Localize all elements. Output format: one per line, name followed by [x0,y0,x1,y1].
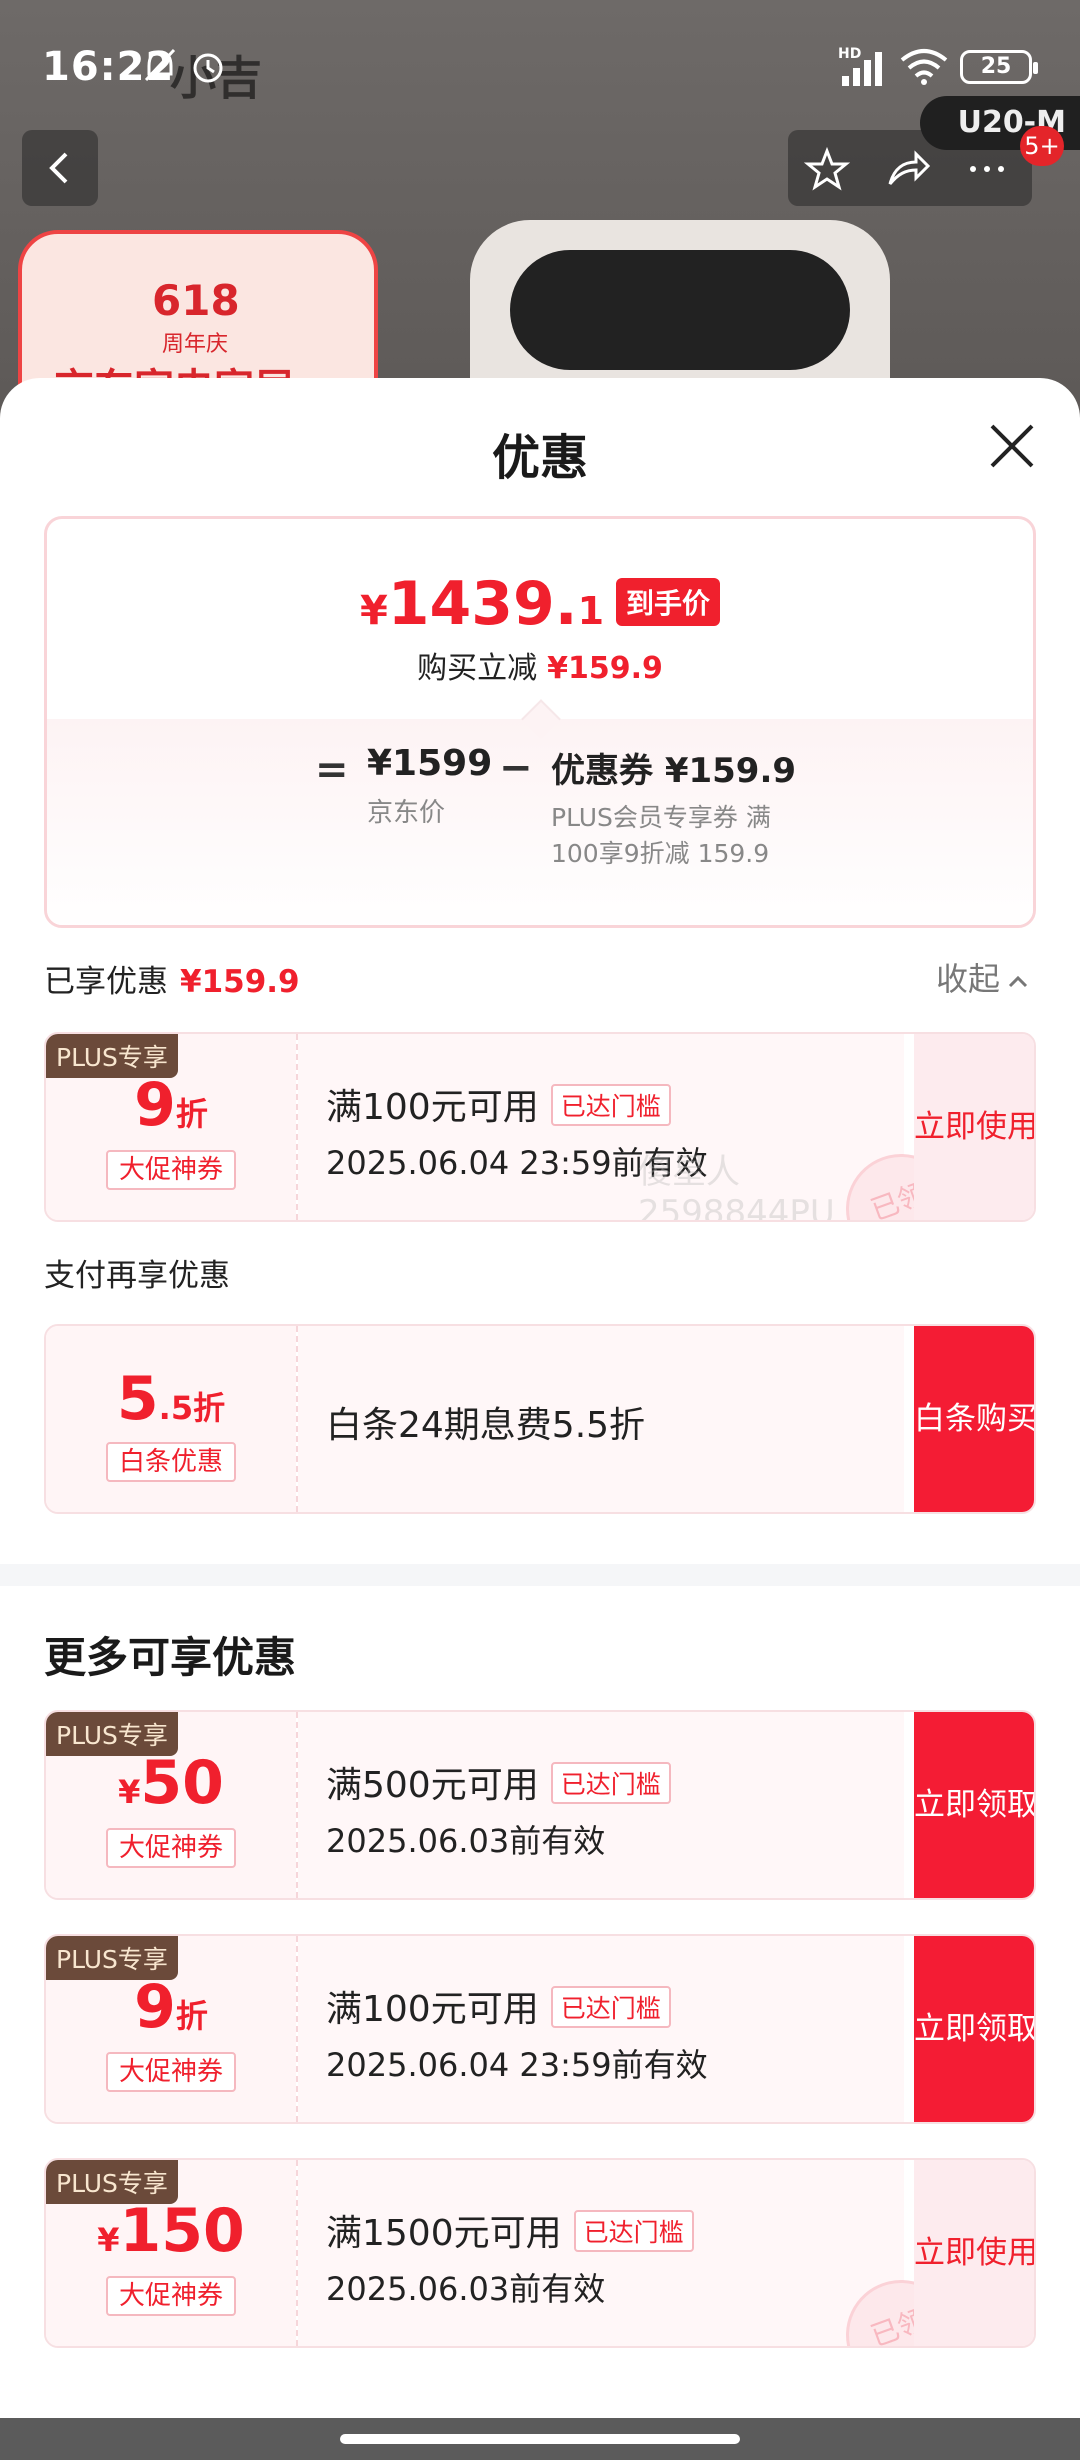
home-indicator[interactable] [340,2434,740,2444]
discount-sheet: 优惠 ¥1439.1 到手价 购买立减 ¥159.9 = ¥1599 京东价 − 优… [0,378,1080,2420]
coupon-condition: 满1500元可用 已达门槛 [326,2204,694,2256]
promo-number: 618 [152,276,240,325]
coupon-validity: 2025.06.04 23:59前有效 [326,2046,708,2084]
final-price-tag: 到手价 [616,578,721,626]
signal-icon [842,52,882,86]
product-page-backdrop: 618 周年庆 京东家电家居 小吉 U20-M 5+ 16:22 HD [0,0,1080,420]
jd-price: ¥1599 [367,743,493,784]
minus-sign: − [499,745,533,791]
coupon-condition: 满500元可用 已达门槛 [326,1756,671,1808]
more-icon[interactable] [964,146,1010,192]
alarm-icon [193,53,223,83]
coupon-type-tag: 大促神券 [106,1828,236,1868]
reduce-row: 购买立减 ¥159.9 [47,643,1033,687]
enjoyed-label-row: 已享优惠 ¥159.9 [44,956,300,1001]
more-offers-title: 更多可享优惠 [44,1633,297,1682]
coupon-card-baitiao: 5.5折 白条优惠 白条24期息费5.5折 白条购买 [44,1324,1036,1514]
price-summary-card: ¥1439.1 到手价 购买立减 ¥159.9 = ¥1599 京东价 − 优惠券 … [44,516,1036,928]
equals-sign: = [315,747,349,793]
coupon-type-tag: 白条优惠 [106,1442,236,1482]
share-icon[interactable] [884,146,930,192]
pay-again-label: 支付再享优惠 [44,1258,230,1294]
use-now-button[interactable]: 立即使用 [914,2160,1034,2346]
jd-price-block: ¥1599 京东价 [367,743,492,829]
coupon-amount: ¥50 [118,1748,224,1818]
final-price: ¥1439.1 [359,569,605,639]
coupon-card-more-2: PLUS专享 9折 大促神券 满100元可用 已达门槛 2025.06.04 23… [44,1934,1036,2124]
claim-now-button[interactable]: 立即领取 [914,1936,1034,2122]
coupon-validity: 2025.06.03前有效 [326,2270,606,2308]
coupon-deduction: 优惠券 ¥159.9 [551,751,797,791]
promo-sub: 周年庆 [162,332,229,357]
coupon-deduction-desc: PLUS会员专享券 满100享9折减 159.9 [551,803,771,868]
coupon-deduction-block: 优惠券 ¥159.9 PLUS会员专享券 满100享9折减 159.9 [551,743,811,872]
coupon-type-tag: 大促神券 [106,1150,236,1190]
reduce-value: ¥159.9 [547,651,663,686]
status-bar: 16:22 HD 25 [0,0,1080,130]
threshold-tag: 已达门槛 [550,1084,671,1126]
back-button[interactable] [22,130,98,206]
final-price-row: ¥1439.1 到手价 [47,569,1033,639]
coupon-validity: 2025.06.03前有效 [326,1822,606,1860]
battery-indicator: 25 [960,50,1038,84]
bell-off-icon [144,48,176,82]
notification-badge: 5+ [1020,126,1064,166]
use-now-button[interactable]: 立即使用 [914,1034,1034,1220]
wifi-icon [900,49,948,85]
coupon-card-enjoyed: PLUS专享 9折 大促神券 满100元可用 已达门槛 2025.06.04 23… [44,1032,1036,1222]
close-icon[interactable] [984,418,1040,474]
coupon-amount: 9折 [134,1972,208,2042]
claim-now-button[interactable]: 立即领取 [914,1712,1034,1898]
coupon-amount: 9折 [134,1070,208,1140]
coupon-card-more-1: PLUS专享 ¥50 大促神券 满500元可用 已达门槛 2025.06.03前有… [44,1710,1036,1900]
star-icon[interactable] [804,146,850,192]
sheet-title: 优惠 [491,430,588,486]
threshold-tag: 已达门槛 [550,1986,671,2028]
jd-price-label: 京东价 [367,798,446,828]
enjoyed-value: ¥159.9 [180,964,300,1000]
collapse-button[interactable]: 收起 [936,954,1030,1000]
coupon-type-tag: 大促神券 [106,2052,236,2092]
chevron-up-icon [1008,975,1028,988]
baitiao-desc: 白条24期息费5.5折 [326,1405,646,1446]
threshold-tag: 已达门槛 [550,1762,671,1804]
coupon-amount: ¥150 [97,2196,245,2266]
coupon-condition: 满100元可用 已达门槛 [326,1078,671,1130]
reduce-label: 购买立减 [417,651,538,686]
baitiao-buy-button[interactable]: 白条购买 [914,1326,1034,1512]
coupon-type-tag: 大促神券 [106,2276,236,2316]
chevron-left-icon [49,152,68,184]
threshold-tag: 已达门槛 [573,2210,694,2252]
coupon-card-more-3: PLUS专享 ¥150 大促神券 满1500元可用 已达门槛 2025.06.03… [44,2158,1036,2348]
collapse-label: 收起 [936,960,1001,998]
coupon-condition: 满100元可用 已达门槛 [326,1980,671,2032]
enjoyed-label: 已享优惠 [44,964,168,1000]
coupon-amount: 5.5折 [116,1364,226,1434]
